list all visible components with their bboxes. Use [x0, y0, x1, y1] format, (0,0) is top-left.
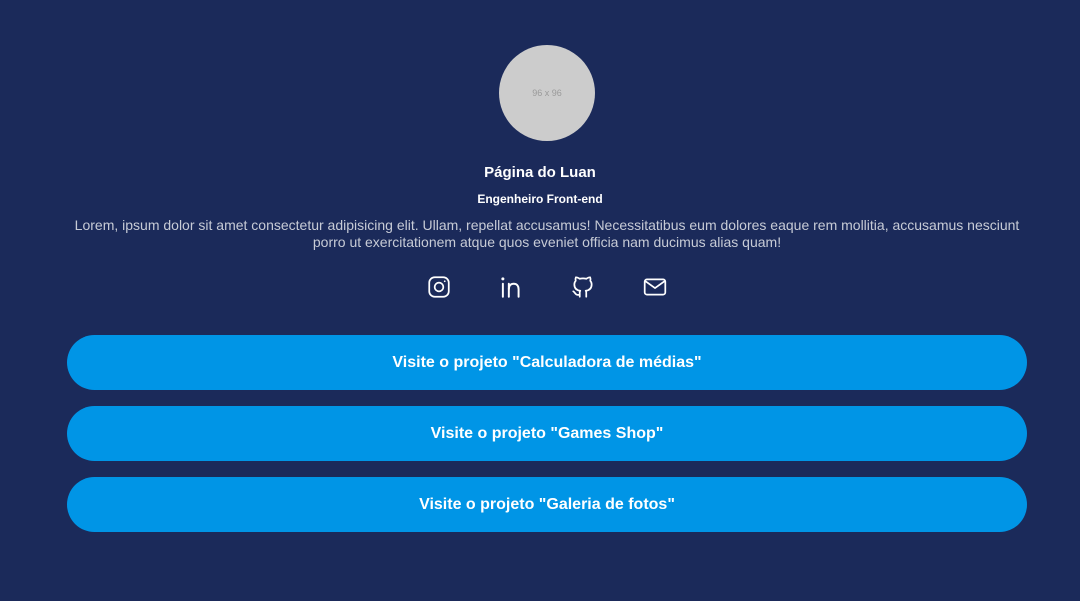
- avatar-placeholder-text: 96 x 96: [532, 88, 562, 98]
- profile-role: Engenheiro Front-end: [477, 192, 603, 206]
- project-link-games-shop-button[interactable]: Visite o projeto "Games Shop": [67, 406, 1027, 461]
- page-title: Página do Luan: [484, 164, 596, 181]
- project-links: Visite o projeto "Calculadora de médias"…: [67, 335, 1027, 548]
- instagram-icon: [428, 276, 450, 298]
- linkedin-icon: [501, 277, 520, 298]
- project-link-galeria-button[interactable]: Visite o projeto "Galeria de fotos": [67, 477, 1027, 532]
- email-icon: [643, 278, 667, 296]
- github-link[interactable]: [570, 274, 596, 300]
- project-link-calculadora-button[interactable]: Visite o projeto "Calculadora de médias": [67, 335, 1027, 390]
- profile-bio: Lorem, ipsum dolor sit amet consectetur …: [74, 217, 1020, 250]
- profile-page: 96 x 96 Página do Luan Engenheiro Front-…: [0, 0, 1080, 601]
- linkedin-link[interactable]: [498, 274, 524, 300]
- instagram-link[interactable]: [426, 274, 452, 300]
- avatar: 96 x 96: [499, 45, 595, 141]
- email-link[interactable]: [642, 274, 668, 300]
- github-icon: [572, 276, 593, 298]
- social-links: [0, 274, 1080, 300]
